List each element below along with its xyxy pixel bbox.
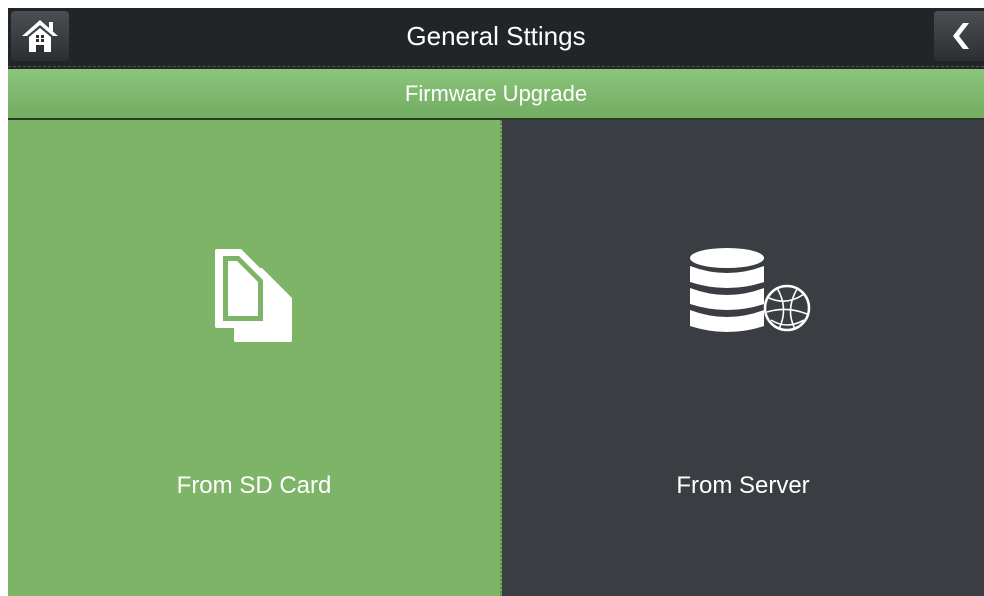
top-bar: General Sttings	[8, 8, 984, 67]
section-header: Firmware Upgrade	[8, 69, 984, 120]
from-server-label: From Server	[676, 472, 810, 499]
sd-card-icon	[215, 249, 292, 342]
from-sd-card-label: From SD Card	[176, 472, 332, 499]
from-sd-card-option[interactable]: From SD Card	[8, 120, 502, 596]
page-title: General Sttings	[406, 21, 586, 51]
back-button[interactable]	[934, 11, 984, 61]
server-globe-icon	[690, 248, 811, 332]
settings-screen: General Sttings Firmware Upgrade From SD…	[8, 8, 984, 596]
from-server-option[interactable]: From Server	[502, 120, 984, 596]
chevron-left-icon	[953, 23, 969, 49]
